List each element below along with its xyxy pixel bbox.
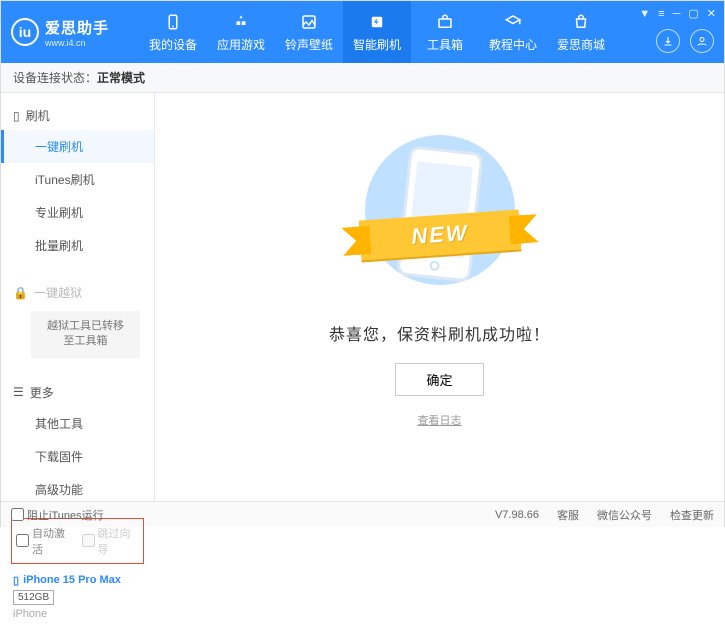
- main-content: NEW 恭喜您，保资料刷机成功啦！ 确定 查看日志: [155, 93, 724, 501]
- sidebar-item-download-firmware[interactable]: 下载固件: [1, 440, 154, 473]
- checkbox-auto-activate[interactable]: 自动激活: [16, 525, 74, 557]
- close-icon[interactable]: ✕: [707, 7, 716, 20]
- version-label: V7.98.66: [495, 509, 539, 521]
- app-header: iu 爱思助手 www.i4.cn 我的设备 应用游戏 铃声壁纸 智能刷机 工具…: [1, 1, 724, 63]
- device-type: iPhone: [13, 608, 142, 620]
- toolbox-icon: [435, 12, 455, 32]
- ok-button[interactable]: 确定: [395, 363, 483, 396]
- app-title: 爱思助手: [45, 17, 109, 38]
- nav-toolbox[interactable]: 工具箱: [411, 1, 479, 63]
- sidebar-item-oneclick-flash[interactable]: 一键刷机: [1, 130, 154, 163]
- wallpaper-icon: [299, 12, 319, 32]
- device-status-bar: 设备连接状态： 正常模式: [1, 63, 724, 93]
- user-button[interactable]: [690, 29, 714, 53]
- phone-small-icon: ▯: [13, 109, 20, 123]
- logo: iu 爱思助手 www.i4.cn: [11, 17, 139, 48]
- tutorial-icon: [503, 12, 523, 32]
- minimize-icon[interactable]: ─: [673, 8, 681, 20]
- footer-link-wechat[interactable]: 微信公众号: [597, 507, 652, 523]
- nav-store[interactable]: 爱思商城: [547, 1, 615, 63]
- sidebar-item-batch-flash[interactable]: 批量刷机: [1, 229, 154, 262]
- nav-apps-games[interactable]: 应用游戏: [207, 1, 275, 63]
- view-log-link[interactable]: 查看日志: [418, 412, 462, 428]
- sidebar: ▯ 刷机 一键刷机 iTunes刷机 专业刷机 批量刷机 🔒 一键越狱 越狱工具…: [1, 93, 155, 501]
- sidebar-section-more[interactable]: ☰ 更多: [1, 378, 154, 407]
- device-name[interactable]: ▯ iPhone 15 Pro Max: [13, 574, 142, 587]
- sidebar-item-advanced[interactable]: 高级功能: [1, 473, 154, 506]
- sidebar-item-other-tools[interactable]: 其他工具: [1, 407, 154, 440]
- sidebar-section-flash[interactable]: ▯ 刷机: [1, 101, 154, 130]
- apps-icon: [231, 12, 251, 32]
- sidebar-item-itunes-flash[interactable]: iTunes刷机: [1, 163, 154, 196]
- lock-icon: 🔒: [13, 286, 28, 300]
- checkbox-block-itunes[interactable]: 阻止iTunes运行: [11, 507, 104, 523]
- menu-icon[interactable]: ≡: [658, 8, 664, 20]
- success-message: 恭喜您，保资料刷机成功啦！: [329, 321, 550, 345]
- options-highlight-box: 自动激活 跳过向导: [11, 518, 144, 564]
- footer-link-update[interactable]: 检查更新: [670, 507, 714, 523]
- jailbreak-moved-notice: 越狱工具已转移至工具箱: [31, 311, 140, 358]
- logo-icon: iu: [11, 18, 39, 46]
- filter-icon: ☰: [13, 385, 24, 399]
- download-button[interactable]: [656, 29, 680, 53]
- sidebar-item-pro-flash[interactable]: 专业刷机: [1, 196, 154, 229]
- checkbox-skip-setup[interactable]: 跳过向导: [82, 525, 140, 557]
- nav-ringtones-wallpapers[interactable]: 铃声壁纸: [275, 1, 343, 63]
- sidebar-section-jailbreak: 🔒 一键越狱: [1, 278, 154, 307]
- device-icon: ▯: [13, 574, 19, 587]
- app-subtitle: www.i4.cn: [45, 38, 109, 48]
- status-mode: 正常模式: [97, 69, 145, 86]
- flash-icon: [367, 12, 387, 32]
- window-controls: ▼ ≡ ─ ▢ ✕: [639, 7, 716, 20]
- store-icon: [571, 12, 591, 32]
- maximize-icon[interactable]: ▢: [688, 7, 698, 20]
- top-nav: 我的设备 应用游戏 铃声壁纸 智能刷机 工具箱 教程中心 爱思商城: [139, 1, 615, 63]
- phone-icon: [163, 12, 183, 32]
- cart-icon[interactable]: ▼: [639, 8, 650, 20]
- device-storage: 512GB: [13, 590, 54, 605]
- device-info: ▯ iPhone 15 Pro Max 512GB iPhone: [1, 568, 154, 626]
- ribbon-text: NEW: [410, 220, 469, 250]
- status-label: 设备连接状态：: [13, 69, 97, 86]
- nav-tutorials[interactable]: 教程中心: [479, 1, 547, 63]
- nav-my-device[interactable]: 我的设备: [139, 1, 207, 63]
- footer-link-support[interactable]: 客服: [557, 507, 579, 523]
- nav-smart-flash[interactable]: 智能刷机: [343, 1, 411, 63]
- success-illustration: NEW: [340, 123, 540, 303]
